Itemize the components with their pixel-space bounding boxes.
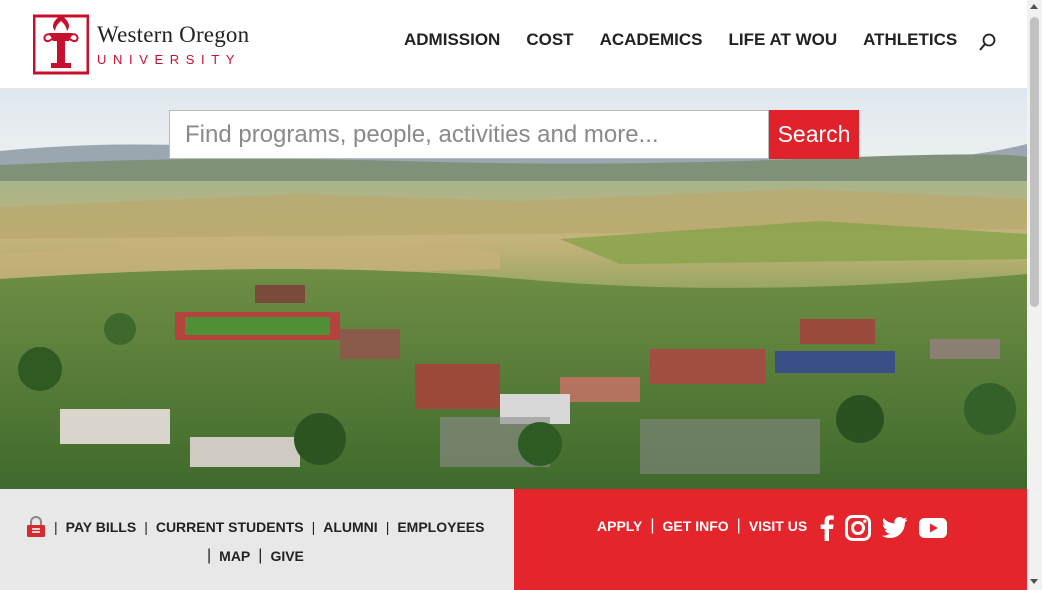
alumni-link[interactable]: ALUMNI [323, 519, 377, 535]
separator: | [736, 517, 741, 534]
site-search-input[interactable] [170, 111, 768, 158]
employees-link[interactable]: EMPLOYEES [397, 519, 484, 535]
search-icon[interactable] [978, 32, 998, 52]
page-scrollbar[interactable] [1027, 0, 1042, 590]
separator: | [258, 547, 263, 564]
torch-logo-icon [33, 14, 89, 75]
university-logo[interactable]: Western Oregon UNIVERSITY [33, 13, 249, 75]
apply-link[interactable]: APPLY [597, 518, 642, 534]
nav-athletics[interactable]: ATHLETICS [863, 30, 957, 50]
separator: | [385, 519, 390, 535]
nav-admission[interactable]: ADMISSION [404, 30, 500, 50]
nav-academics[interactable]: ACADEMICS [600, 30, 703, 50]
logo-name-line1: Western Oregon [97, 21, 250, 47]
site-header: Western Oregon UNIVERSITY ADMISSION COST… [0, 0, 1027, 89]
scrollbar-thumb[interactable] [1030, 17, 1039, 307]
get-info-link[interactable]: GET INFO [663, 518, 729, 534]
separator: | [207, 547, 212, 564]
search-button[interactable]: Search [769, 110, 859, 159]
nav-cost[interactable]: COST [526, 30, 573, 50]
main-nav: ADMISSION COST ACADEMICS LIFE AT WOU ATH… [404, 30, 957, 50]
separator: | [650, 517, 655, 534]
logo-name-line2: UNIVERSITY [97, 51, 242, 67]
pay-bills-link[interactable]: PAY BILLS [66, 519, 137, 535]
quick-links-bar: | PAY BILLS | CURRENT STUDENTS | ALUMNI … [0, 489, 514, 590]
map-link[interactable]: MAP [219, 548, 250, 564]
current-students-link[interactable]: CURRENT STUDENTS [156, 519, 304, 535]
site-search-box[interactable] [169, 110, 769, 159]
youtube-icon[interactable] [919, 518, 947, 543]
twitter-icon[interactable] [882, 517, 908, 544]
cta-bar: APPLY | GET INFO | VISIT US [514, 489, 1027, 590]
lock-icon[interactable] [26, 516, 46, 538]
visit-us-link[interactable]: VISIT US [749, 518, 807, 534]
scroll-up-arrow-icon[interactable] [1030, 4, 1038, 9]
separator: | [144, 519, 148, 535]
facebook-icon[interactable] [820, 515, 834, 546]
separator: | [54, 519, 58, 535]
scroll-down-arrow-icon[interactable] [1030, 579, 1038, 584]
give-link[interactable]: GIVE [270, 548, 303, 564]
social-links [820, 515, 958, 546]
separator: | [311, 519, 316, 535]
instagram-icon[interactable] [845, 515, 871, 546]
nav-life-at-wou[interactable]: LIFE AT WOU [729, 30, 838, 50]
